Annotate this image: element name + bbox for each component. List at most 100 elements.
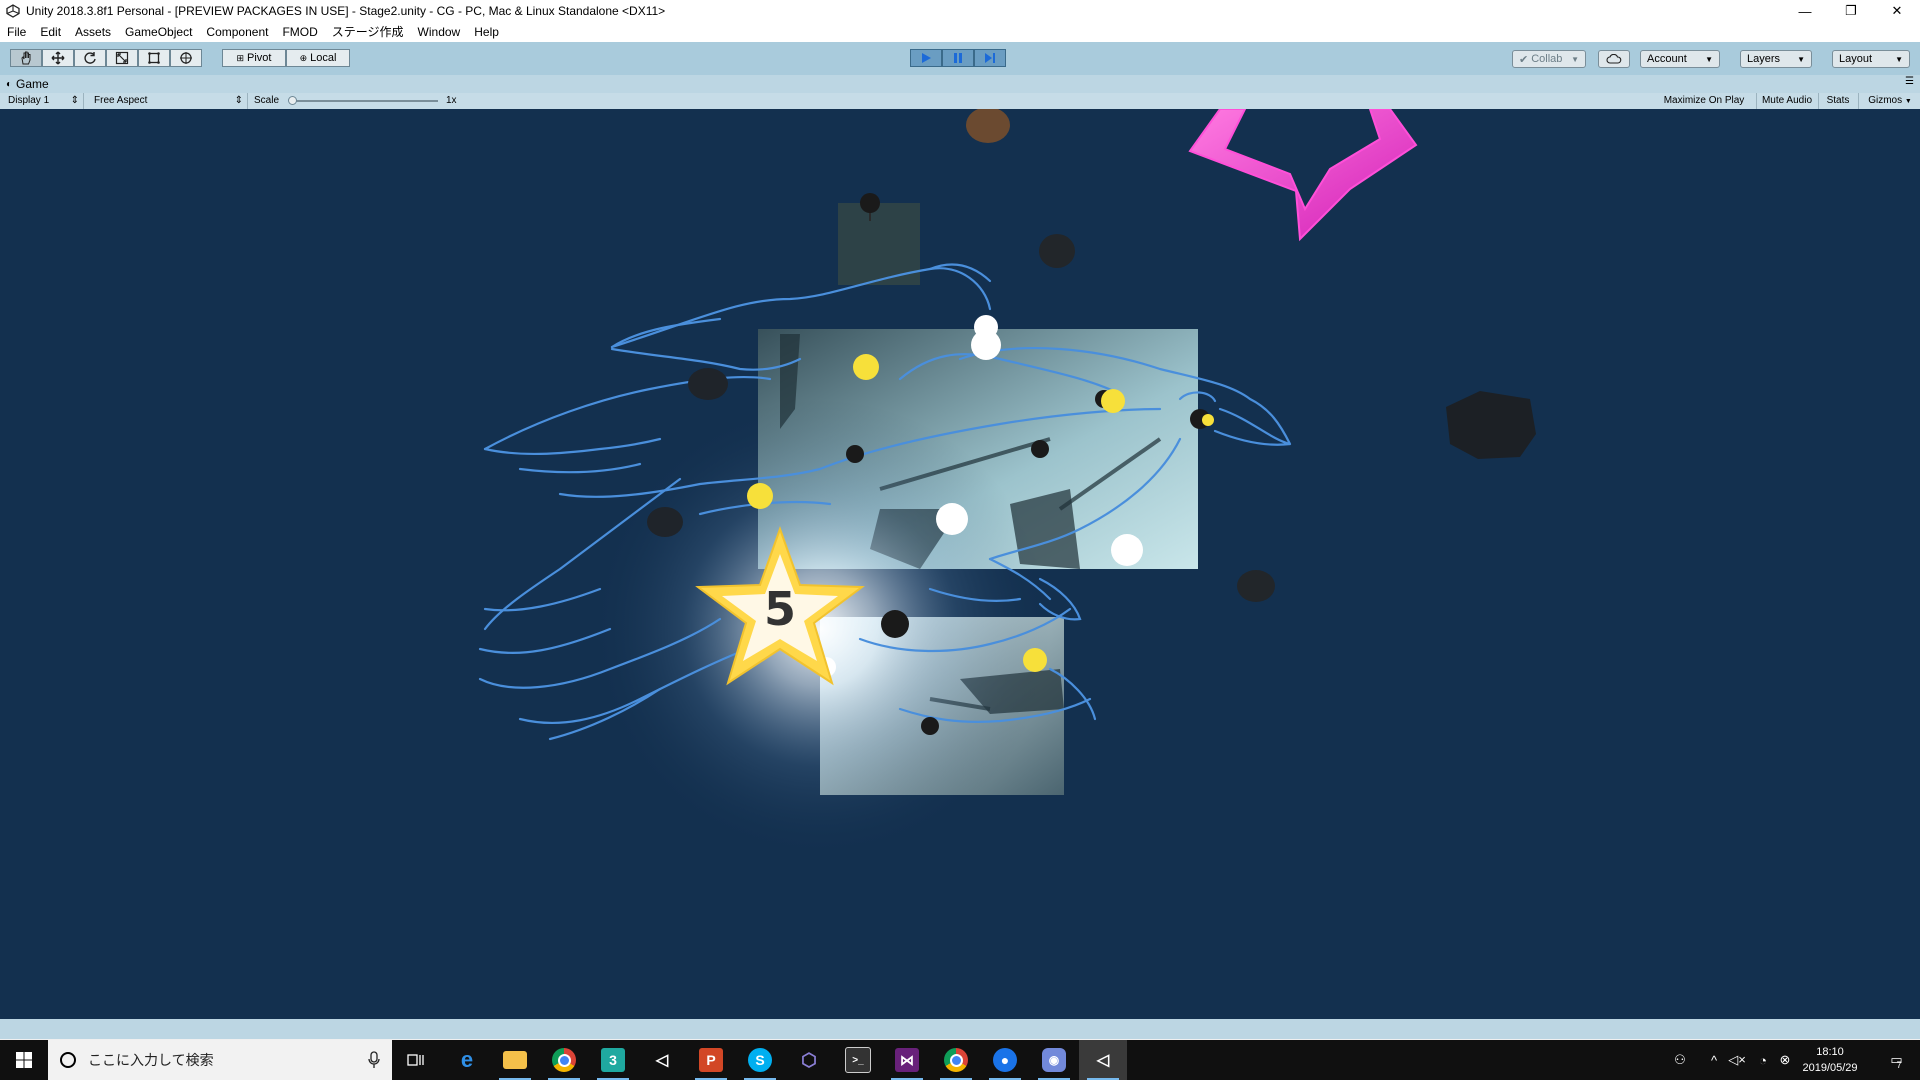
layers-dropdown[interactable]: Layers ▼ bbox=[1740, 50, 1812, 68]
taskbar-edge[interactable]: e bbox=[443, 1040, 491, 1080]
pivot-icon: ⊞ bbox=[236, 52, 245, 63]
start-button[interactable] bbox=[0, 1040, 48, 1080]
windows-logo-icon bbox=[16, 1052, 32, 1068]
taskbar-powerpoint[interactable]: P bbox=[687, 1040, 735, 1080]
task-view-button[interactable] bbox=[392, 1040, 440, 1080]
menu-file[interactable]: File bbox=[0, 22, 33, 42]
menu-fmod[interactable]: FMOD bbox=[275, 22, 324, 42]
rect-icon bbox=[148, 52, 160, 64]
step-button[interactable] bbox=[974, 49, 1006, 67]
visual-studio-icon: ⋈ bbox=[895, 1048, 919, 1072]
play-button[interactable] bbox=[910, 49, 942, 67]
menu-window[interactable]: Window bbox=[411, 22, 468, 42]
taskbar-search[interactable]: ここに入力して検索 bbox=[48, 1040, 392, 1080]
title-bar: Unity 2018.3.8f1 Personal - [PREVIEW PAC… bbox=[0, 0, 1920, 22]
local-label: Local bbox=[310, 52, 337, 64]
menu-help[interactable]: Help bbox=[467, 22, 506, 42]
menu-stage-create[interactable]: ステージ作成 bbox=[325, 22, 411, 42]
close-button[interactable]: ✕ bbox=[1874, 0, 1920, 22]
network-button[interactable]: ◔ bbox=[1752, 1040, 1774, 1080]
menu-gameobject[interactable]: GameObject bbox=[118, 22, 199, 42]
transform-tool-button[interactable] bbox=[170, 49, 202, 67]
taskbar-chrome-2[interactable] bbox=[932, 1040, 980, 1080]
chevron-updown-icon: ⇕ bbox=[234, 95, 243, 106]
main-toolbar: ⊞ Pivot ⊕ Local ✔ Collab ▼ Account ▼ Lay… bbox=[0, 42, 1920, 75]
network-icon: ◔ bbox=[1759, 1052, 1767, 1068]
taskbar-skype[interactable]: S bbox=[736, 1040, 784, 1080]
play-icon bbox=[922, 53, 931, 63]
game-scene: 5 bbox=[478, 109, 1536, 859]
game-view-toolbar: Display 1 ⇕ Free Aspect ⇕ Scale 1x Maxim… bbox=[0, 93, 1920, 109]
chevron-up-icon: ^ bbox=[1710, 1052, 1718, 1068]
action-center-button[interactable]: ▭ 7 bbox=[1876, 1040, 1916, 1080]
rect-tool-button[interactable] bbox=[138, 49, 170, 67]
layout-dropdown[interactable]: Layout ▼ bbox=[1832, 50, 1910, 68]
taskbar-clock[interactable]: 18:10 2019/05/29 bbox=[1790, 1044, 1870, 1076]
account-label: Account bbox=[1647, 53, 1687, 65]
unity-hub-icon: ◁ bbox=[655, 1052, 669, 1069]
task-view-icon bbox=[407, 1054, 424, 1066]
menu-edit[interactable]: Edit bbox=[33, 22, 68, 42]
minimize-button[interactable]: — bbox=[1782, 0, 1828, 22]
3d-app-icon: 3 bbox=[601, 1048, 625, 1072]
restore-button[interactable]: ❐ bbox=[1828, 0, 1874, 22]
aspect-dropdown[interactable]: Free Aspect ⇕ bbox=[86, 93, 248, 109]
chevron-down-icon: ▼ bbox=[1705, 54, 1713, 64]
cloud-button[interactable] bbox=[1598, 50, 1630, 68]
chrome-icon bbox=[944, 1048, 968, 1072]
gizmos-dropdown[interactable]: Gizmos ▼ bbox=[1860, 93, 1920, 109]
chevron-down-icon: ▼ bbox=[1571, 54, 1579, 64]
layout-label: Layout bbox=[1839, 53, 1873, 65]
tab-game[interactable]: ◐ Game bbox=[6, 77, 49, 91]
account-dropdown[interactable]: Account ▼ bbox=[1640, 50, 1720, 68]
taskbar-maps[interactable]: ● bbox=[981, 1040, 1029, 1080]
pivot-group: ⊞ Pivot ⊕ Local bbox=[222, 49, 350, 69]
volume-muted-icon: ◁× bbox=[1728, 1052, 1746, 1067]
taskbar-discord[interactable]: ◉ bbox=[1030, 1040, 1078, 1080]
chevron-down-icon: ▼ bbox=[1797, 54, 1805, 64]
scale-slider-track[interactable] bbox=[290, 100, 438, 102]
rotate-tool-button[interactable] bbox=[74, 49, 106, 67]
taskbar-terminal[interactable]: >_ bbox=[834, 1040, 882, 1080]
scale-tool-button[interactable] bbox=[106, 49, 138, 67]
people-button[interactable]: ⚇ bbox=[1668, 1040, 1692, 1080]
pivot-button[interactable]: ⊞ Pivot bbox=[222, 49, 286, 67]
tab-menu-icon[interactable]: ☰ bbox=[1905, 76, 1914, 87]
taskbar-3d-app[interactable]: 3 bbox=[589, 1040, 637, 1080]
clock-date: 2019/05/29 bbox=[1802, 1062, 1858, 1074]
display-dropdown[interactable]: Display 1 ⇕ bbox=[0, 93, 84, 109]
taskbar-visual-studio[interactable]: ⋈ bbox=[883, 1040, 931, 1080]
taskbar-unity[interactable]: ◁ bbox=[1079, 1040, 1127, 1080]
cortana-icon bbox=[60, 1052, 76, 1068]
collab-dropdown[interactable]: ✔ Collab ▼ bbox=[1512, 50, 1586, 68]
star-number: 5 bbox=[764, 582, 796, 636]
transform-tools bbox=[10, 49, 202, 69]
taskbar-unity-hub[interactable]: ◁ bbox=[638, 1040, 686, 1080]
map-pin-icon: ● bbox=[993, 1048, 1017, 1072]
powerpoint-icon: P bbox=[699, 1048, 723, 1072]
microphone-icon[interactable] bbox=[368, 1051, 380, 1069]
edge-icon: e bbox=[460, 1047, 474, 1072]
unity-logo-icon bbox=[6, 4, 20, 18]
pause-button[interactable] bbox=[942, 49, 974, 67]
menu-assets[interactable]: Assets bbox=[68, 22, 118, 42]
people-icon: ⚇ bbox=[1674, 1052, 1686, 1067]
taskbar-app-hex[interactable]: ⬡ bbox=[785, 1040, 833, 1080]
scale-value: 1x bbox=[446, 95, 457, 106]
taskbar-file-explorer[interactable] bbox=[491, 1040, 539, 1080]
game-viewport[interactable]: 5 bbox=[0, 109, 1920, 1019]
menu-component[interactable]: Component bbox=[199, 22, 275, 42]
taskbar-chrome[interactable] bbox=[540, 1040, 588, 1080]
hand-tool-button[interactable] bbox=[10, 49, 42, 67]
local-button[interactable]: ⊕ Local bbox=[286, 49, 350, 67]
scale-slider-thumb[interactable] bbox=[288, 96, 297, 105]
mute-audio-toggle[interactable]: Mute Audio bbox=[1756, 93, 1819, 109]
layers-label: Layers bbox=[1747, 53, 1781, 65]
show-hidden-icons[interactable]: ^ bbox=[1702, 1040, 1726, 1080]
volume-button[interactable]: ◁× bbox=[1726, 1040, 1748, 1080]
maximize-on-play-toggle[interactable]: Maximize On Play bbox=[1652, 93, 1757, 109]
stats-toggle[interactable]: Stats bbox=[1818, 93, 1859, 109]
move-tool-button[interactable] bbox=[42, 49, 74, 67]
gizmos-label: Gizmos bbox=[1868, 95, 1903, 106]
discord-icon: ◉ bbox=[1042, 1048, 1066, 1072]
